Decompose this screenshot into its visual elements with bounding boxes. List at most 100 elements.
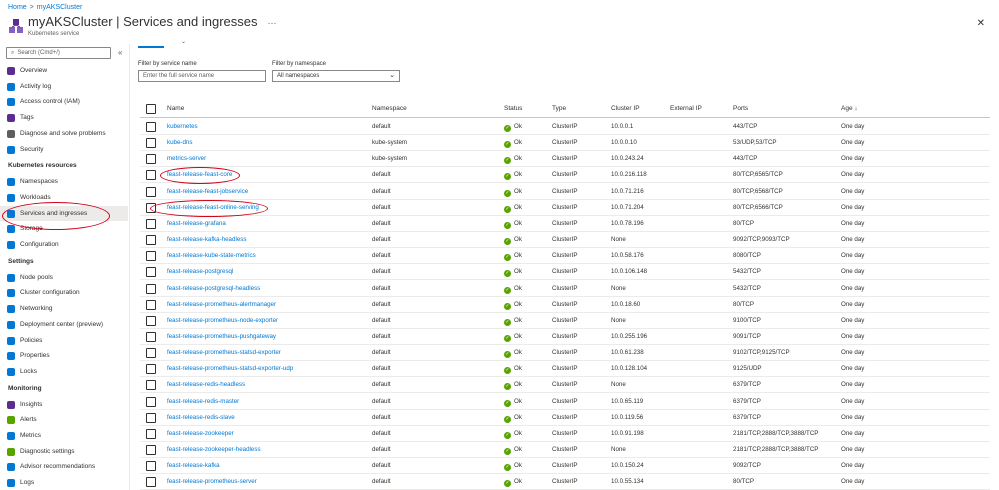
sidebar-item-namespaces[interactable]: Namespaces (0, 174, 128, 189)
row-checkbox[interactable] (146, 380, 156, 391)
sidebar-item-policies[interactable]: Policies (0, 333, 128, 348)
sidebar-item-overview[interactable]: Overview (0, 63, 128, 78)
column-header-namespace[interactable]: Namespace (372, 105, 407, 112)
row-checkbox[interactable] (146, 138, 156, 149)
cell-name[interactable]: feast-release-redis-master (167, 398, 239, 405)
row-checkbox[interactable] (146, 315, 156, 326)
breadcrumb-cluster-link[interactable]: myAKSCluster (37, 4, 83, 11)
row-checkbox[interactable] (146, 218, 156, 229)
sidebar-item-access-control-iam[interactable]: Access control (IAM) (0, 94, 128, 109)
sidebar-search-input[interactable]: ⌕ Search (Cmd+/) (6, 47, 111, 59)
collapse-sidebar-icon[interactable]: « (118, 48, 122, 57)
sidebar-item-properties[interactable]: Properties (0, 348, 128, 363)
table-row[interactable]: feast-release-zookeeper-headless default ✓… (140, 442, 990, 458)
table-row[interactable]: feast-release-prometheus-server default ✓ O… (140, 474, 990, 490)
sidebar-item-insights[interactable]: Insights (0, 397, 128, 412)
table-row[interactable]: feast-release-redis-slave default ✓ Ok Clust… (140, 410, 990, 426)
sidebar-item-activity-log[interactable]: Activity log (0, 79, 128, 94)
cell-name[interactable]: feast-release-feast-jobservice (167, 188, 248, 195)
breadcrumb-home-link[interactable]: Home (8, 4, 27, 11)
namespace-filter-select[interactable]: All namespaces ⌄ (272, 70, 400, 82)
row-checkbox[interactable] (146, 396, 156, 407)
service-name-filter-input[interactable]: Enter the full service name (138, 70, 266, 82)
table-row[interactable]: kube-dns kube-system ✓ Ok ClusterIP 10.0.0.10… (140, 135, 990, 152)
cell-name[interactable]: kube-dns (167, 139, 192, 146)
sidebar-item-security[interactable]: Security (0, 142, 128, 157)
table-row[interactable]: metrics-server kube-system ✓ Ok ClusterIP 10.… (140, 151, 990, 168)
row-checkbox[interactable] (146, 364, 156, 375)
row-checkbox[interactable] (146, 331, 156, 342)
sidebar-item-metrics[interactable]: Metrics (0, 428, 128, 443)
table-row[interactable]: feast-release-prometheus-statsd-exporter… (140, 361, 990, 378)
row-checkbox[interactable] (146, 428, 156, 439)
column-header-type[interactable]: Type (552, 105, 566, 112)
table-row[interactable]: kubernetes default ✓ Ok ClusterIP 10.0.0.1 443… (140, 119, 990, 135)
cell-name[interactable]: feast-release-postgresql (167, 268, 233, 275)
row-checkbox[interactable] (146, 348, 156, 359)
table-row[interactable]: feast-release-postgresql-headless default… (140, 281, 990, 297)
table-row[interactable]: feast-release-feast-jobservice default ✓ Ok… (140, 184, 990, 200)
table-row[interactable]: feast-release-kafka default ✓ Ok ClusterIP 10… (140, 458, 990, 475)
sidebar-item-configuration[interactable]: Configuration (0, 237, 128, 252)
sidebar-item-locks[interactable]: Locks (0, 364, 128, 379)
row-checkbox[interactable] (146, 122, 156, 132)
cell-name[interactable]: kubernetes (167, 123, 198, 130)
row-checkbox[interactable] (146, 477, 156, 488)
table-row[interactable]: feast-release-redis-master default ✓ Ok Clus… (140, 394, 990, 410)
row-checkbox[interactable] (146, 267, 156, 278)
cell-name[interactable]: feast-release-prometheus-pushgateway (167, 333, 276, 340)
row-checkbox[interactable] (146, 154, 156, 165)
sidebar-item-services-and-ingresses[interactable]: Services and ingresses (0, 205, 128, 221)
cell-name[interactable]: feast-release-prometheus-server (167, 478, 257, 485)
row-checkbox[interactable] (146, 299, 156, 310)
sidebar-item-node-pools[interactable]: Node pools (0, 270, 128, 285)
cell-name[interactable]: feast-release-prometheus-alertmanager (167, 301, 276, 308)
row-checkbox[interactable] (146, 283, 156, 294)
table-row[interactable]: feast-release-kafka-headless default ✓ Ok Cl… (140, 232, 990, 249)
row-checkbox[interactable] (146, 461, 156, 472)
table-row[interactable]: feast-release-feast-online-serving defaul… (140, 200, 990, 216)
column-header-external-ip[interactable]: External IP (670, 105, 702, 112)
sidebar-item-deployment-center-preview[interactable]: Deployment center (preview) (0, 317, 128, 332)
table-row[interactable]: feast-release-prometheus-node-exporter de… (140, 313, 990, 329)
sidebar-item-networking[interactable]: Networking (0, 301, 128, 316)
table-row[interactable]: feast-release-prometheus-pushgateway defa… (140, 329, 990, 345)
select-all-checkbox[interactable] (146, 104, 156, 114)
cell-name[interactable]: feast-release-postgresql-headless (167, 285, 260, 292)
cell-name[interactable]: feast-release-feast-core (167, 171, 232, 178)
table-row[interactable]: feast-release-redis-headless default ✓ Ok Cl… (140, 377, 990, 394)
sidebar-item-workloads[interactable]: Workloads (0, 190, 128, 205)
close-button[interactable]: ✕ (977, 18, 985, 29)
cell-name[interactable]: feast-release-kube-state-metrics (167, 252, 256, 259)
cell-name[interactable]: feast-release-zookeeper-headless (167, 446, 261, 453)
column-header-name[interactable]: Name (167, 105, 184, 112)
table-row[interactable]: feast-release-feast-core default ✓ Ok Cluste… (140, 167, 990, 184)
sidebar-item-logs[interactable]: Logs (0, 475, 128, 490)
sidebar-item-cluster-configuration[interactable]: Cluster configuration (0, 285, 128, 300)
row-checkbox[interactable] (146, 186, 156, 197)
table-row[interactable]: feast-release-prometheus-alertmanager def… (140, 297, 990, 313)
table-row[interactable]: feast-release-zookeeper default ✓ Ok Cluster… (140, 426, 990, 442)
cell-name[interactable]: feast-release-feast-online-serving (167, 204, 259, 211)
sidebar-item-tags[interactable]: Tags (0, 110, 128, 125)
cell-name[interactable]: metrics-server (167, 155, 206, 162)
sidebar-item-diagnose-and-solve-problems[interactable]: Diagnose and solve problems (0, 126, 128, 141)
column-header-status[interactable]: Status (504, 105, 522, 112)
cell-name[interactable]: feast-release-kafka (167, 462, 220, 469)
table-row[interactable]: feast-release-prometheus-statsd-exporter… (140, 345, 990, 362)
table-row[interactable]: feast-release-kube-state-metrics default ✓… (140, 248, 990, 265)
cell-name[interactable]: feast-release-prometheus-statsd-exporter… (167, 365, 293, 372)
column-header-ports[interactable]: Ports (733, 105, 748, 112)
cell-name[interactable]: feast-release-zookeeper (167, 430, 234, 437)
more-options-button[interactable]: ··· (268, 18, 277, 28)
cell-name[interactable]: feast-release-grafana (167, 220, 226, 227)
table-row[interactable]: feast-release-postgresql default ✓ Ok Cluste… (140, 264, 990, 281)
row-checkbox[interactable] (146, 412, 156, 423)
cell-name[interactable]: feast-release-redis-slave (167, 414, 235, 421)
cell-name[interactable]: feast-release-prometheus-node-exporter (167, 317, 278, 324)
column-header-age[interactable]: Age ↓ (841, 105, 858, 112)
row-checkbox[interactable] (146, 170, 156, 181)
row-checkbox[interactable] (146, 445, 156, 455)
row-checkbox[interactable] (146, 251, 156, 262)
row-checkbox[interactable] (146, 235, 156, 246)
